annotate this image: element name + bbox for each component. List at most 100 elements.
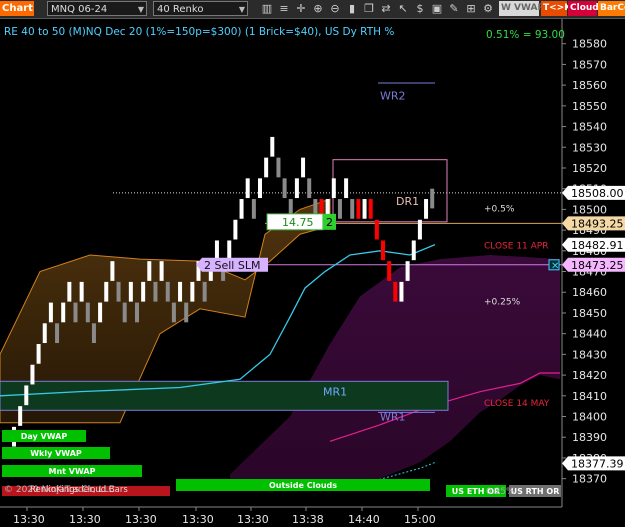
renko-brick: [116, 281, 121, 302]
indicator-label: Mnt VWAP: [49, 467, 96, 476]
position-pnl: 14.75: [282, 216, 314, 229]
renko-brick: [104, 281, 109, 302]
renko-brick: [110, 261, 115, 281]
renko-brick: [153, 281, 158, 302]
footer-overlay: RenkoKings Cloud Bars: [30, 485, 128, 495]
renko-brick: [282, 178, 287, 199]
renko-brick: [171, 302, 176, 323]
y-tick-label: 18390: [572, 431, 607, 444]
copy-icon[interactable]: ❐: [362, 1, 376, 16]
renko-brick: [270, 136, 275, 157]
y-tick-label: 18400: [572, 411, 607, 424]
settings-icon[interactable]: ⚙: [481, 1, 495, 16]
indicator-label: Wkly VWAP: [30, 449, 82, 458]
chevron-down-icon: ▼: [238, 5, 245, 14]
y-tick-label: 18500: [572, 203, 607, 216]
position-qty: 2: [326, 216, 333, 229]
renko-brick: [165, 281, 170, 302]
chart-tab[interactable]: Chart: [0, 1, 34, 16]
stack-icon[interactable]: ≡: [277, 1, 291, 16]
renko-brick: [178, 281, 183, 302]
renko-brick: [276, 157, 281, 178]
zoom-out-icon[interactable]: ⊖: [328, 1, 342, 16]
renko-brick: [331, 178, 336, 199]
level-label: WR2: [380, 89, 406, 102]
toolbar-button-1[interactable]: T<>K: [541, 1, 571, 16]
lock-icon[interactable]: ▣: [430, 1, 444, 16]
renko-brick: [430, 188, 435, 209]
renko-brick: [251, 199, 256, 219]
renko-brick: [73, 302, 78, 323]
indicator-label: Day VWAP: [21, 432, 68, 441]
grid-icon[interactable]: ⊞: [464, 1, 478, 16]
level-label: CLOSE 11 APR: [484, 242, 548, 252]
toolbar-button-3[interactable]: BarCo: [598, 1, 625, 16]
renko-brick: [301, 157, 306, 178]
y-tick-label: 18410: [572, 390, 607, 403]
level-label: WR1: [380, 411, 406, 424]
bars-icon[interactable]: ▮: [345, 1, 359, 16]
crosshair-icon[interactable]: ✛: [294, 1, 308, 16]
indicator-label: US RTH OR: [511, 487, 560, 496]
arrows-icon[interactable]: ⇄: [379, 1, 393, 16]
bar-type-selector[interactable]: 40 Renko ▼: [153, 1, 248, 16]
renko-brick: [36, 344, 41, 364]
renko-brick: [356, 199, 361, 219]
y-tick-label: 18430: [572, 348, 607, 361]
pencil-icon[interactable]: ✎: [447, 1, 461, 16]
instrument-selector[interactable]: MNQ 06-24 ▼: [47, 1, 147, 16]
renko-brick: [61, 302, 66, 323]
chevron-down-icon: ▼: [137, 5, 144, 14]
zoom-in-icon[interactable]: ⊕: [311, 1, 325, 16]
y-tick-label: 18540: [572, 121, 607, 134]
renko-brick: [344, 178, 349, 199]
dollar-icon[interactable]: $: [413, 1, 427, 16]
renko-brick: [98, 302, 103, 323]
renko-brick: [79, 281, 84, 302]
y-tick-label: 18550: [572, 100, 607, 113]
renko-brick: [362, 199, 367, 219]
renko-brick: [417, 219, 422, 240]
renko-brick: [159, 261, 164, 281]
renko-brick: [368, 199, 373, 219]
y-tick-label: 18450: [572, 307, 607, 320]
renko-brick: [55, 323, 60, 344]
level-label: CLOSE 14 MAY: [484, 399, 550, 409]
renko-brick: [424, 199, 429, 219]
renko-brick: [18, 406, 23, 426]
top-right-stat: 0.51% = 93.00: [486, 29, 565, 41]
renko-brick: [147, 261, 152, 281]
toolbar-button-0[interactable]: W VWAP: [499, 1, 544, 16]
mr1-zone: [0, 380, 449, 411]
renko-brick: [374, 219, 379, 240]
renko-brick: [214, 240, 219, 261]
close-icon[interactable]: ✕: [551, 261, 559, 272]
price-tag-label: 18493.25: [571, 217, 624, 230]
price-tag-label: 18377.39: [571, 457, 624, 470]
price-tag-label: 18508.00: [571, 187, 624, 200]
chart-toolbar: Chart MNQ 06-24 ▼ 40 Renko ▼ ▥ ≡ ✛ ⊕ ⊖ ▮ ❐ ⇄ ↖ $ ▣ ✎ ⊞…: [0, 0, 625, 19]
renko-brick: [190, 281, 195, 302]
renko-brick: [239, 199, 244, 219]
renko-brick: [128, 281, 133, 302]
renko-brick: [387, 261, 392, 281]
x-tick-label: 13:30: [125, 513, 157, 526]
renko-brick: [245, 178, 250, 199]
renko-brick: [122, 302, 127, 323]
footer-pct: 0.25%: [486, 487, 515, 497]
renko-brick: [67, 281, 72, 302]
chart-title: RE 40 to 50 (M)NQ Dec 20 (1%=150p=$300) …: [4, 26, 394, 38]
y-tick-label: 18440: [572, 328, 607, 341]
renko-brick: [264, 157, 269, 178]
bar-chart-icon[interactable]: ▥: [260, 1, 274, 16]
renko-brick: [91, 323, 96, 344]
pointer-icon[interactable]: ↖: [396, 1, 410, 16]
x-tick-label: 13:30: [13, 513, 45, 526]
y-tick-label: 18570: [572, 58, 607, 71]
toolbar-button-2[interactable]: Cloud: [568, 1, 599, 16]
renko-chart[interactable]: WR2 DR1 MR1 WR1 +0.5% CLOSE 11 APR +0.25% CLOSE…: [0, 19, 625, 527]
renko-brick: [411, 240, 416, 261]
renko-brick: [184, 302, 189, 323]
renko-brick: [258, 178, 262, 199]
renko-brick: [307, 178, 312, 199]
